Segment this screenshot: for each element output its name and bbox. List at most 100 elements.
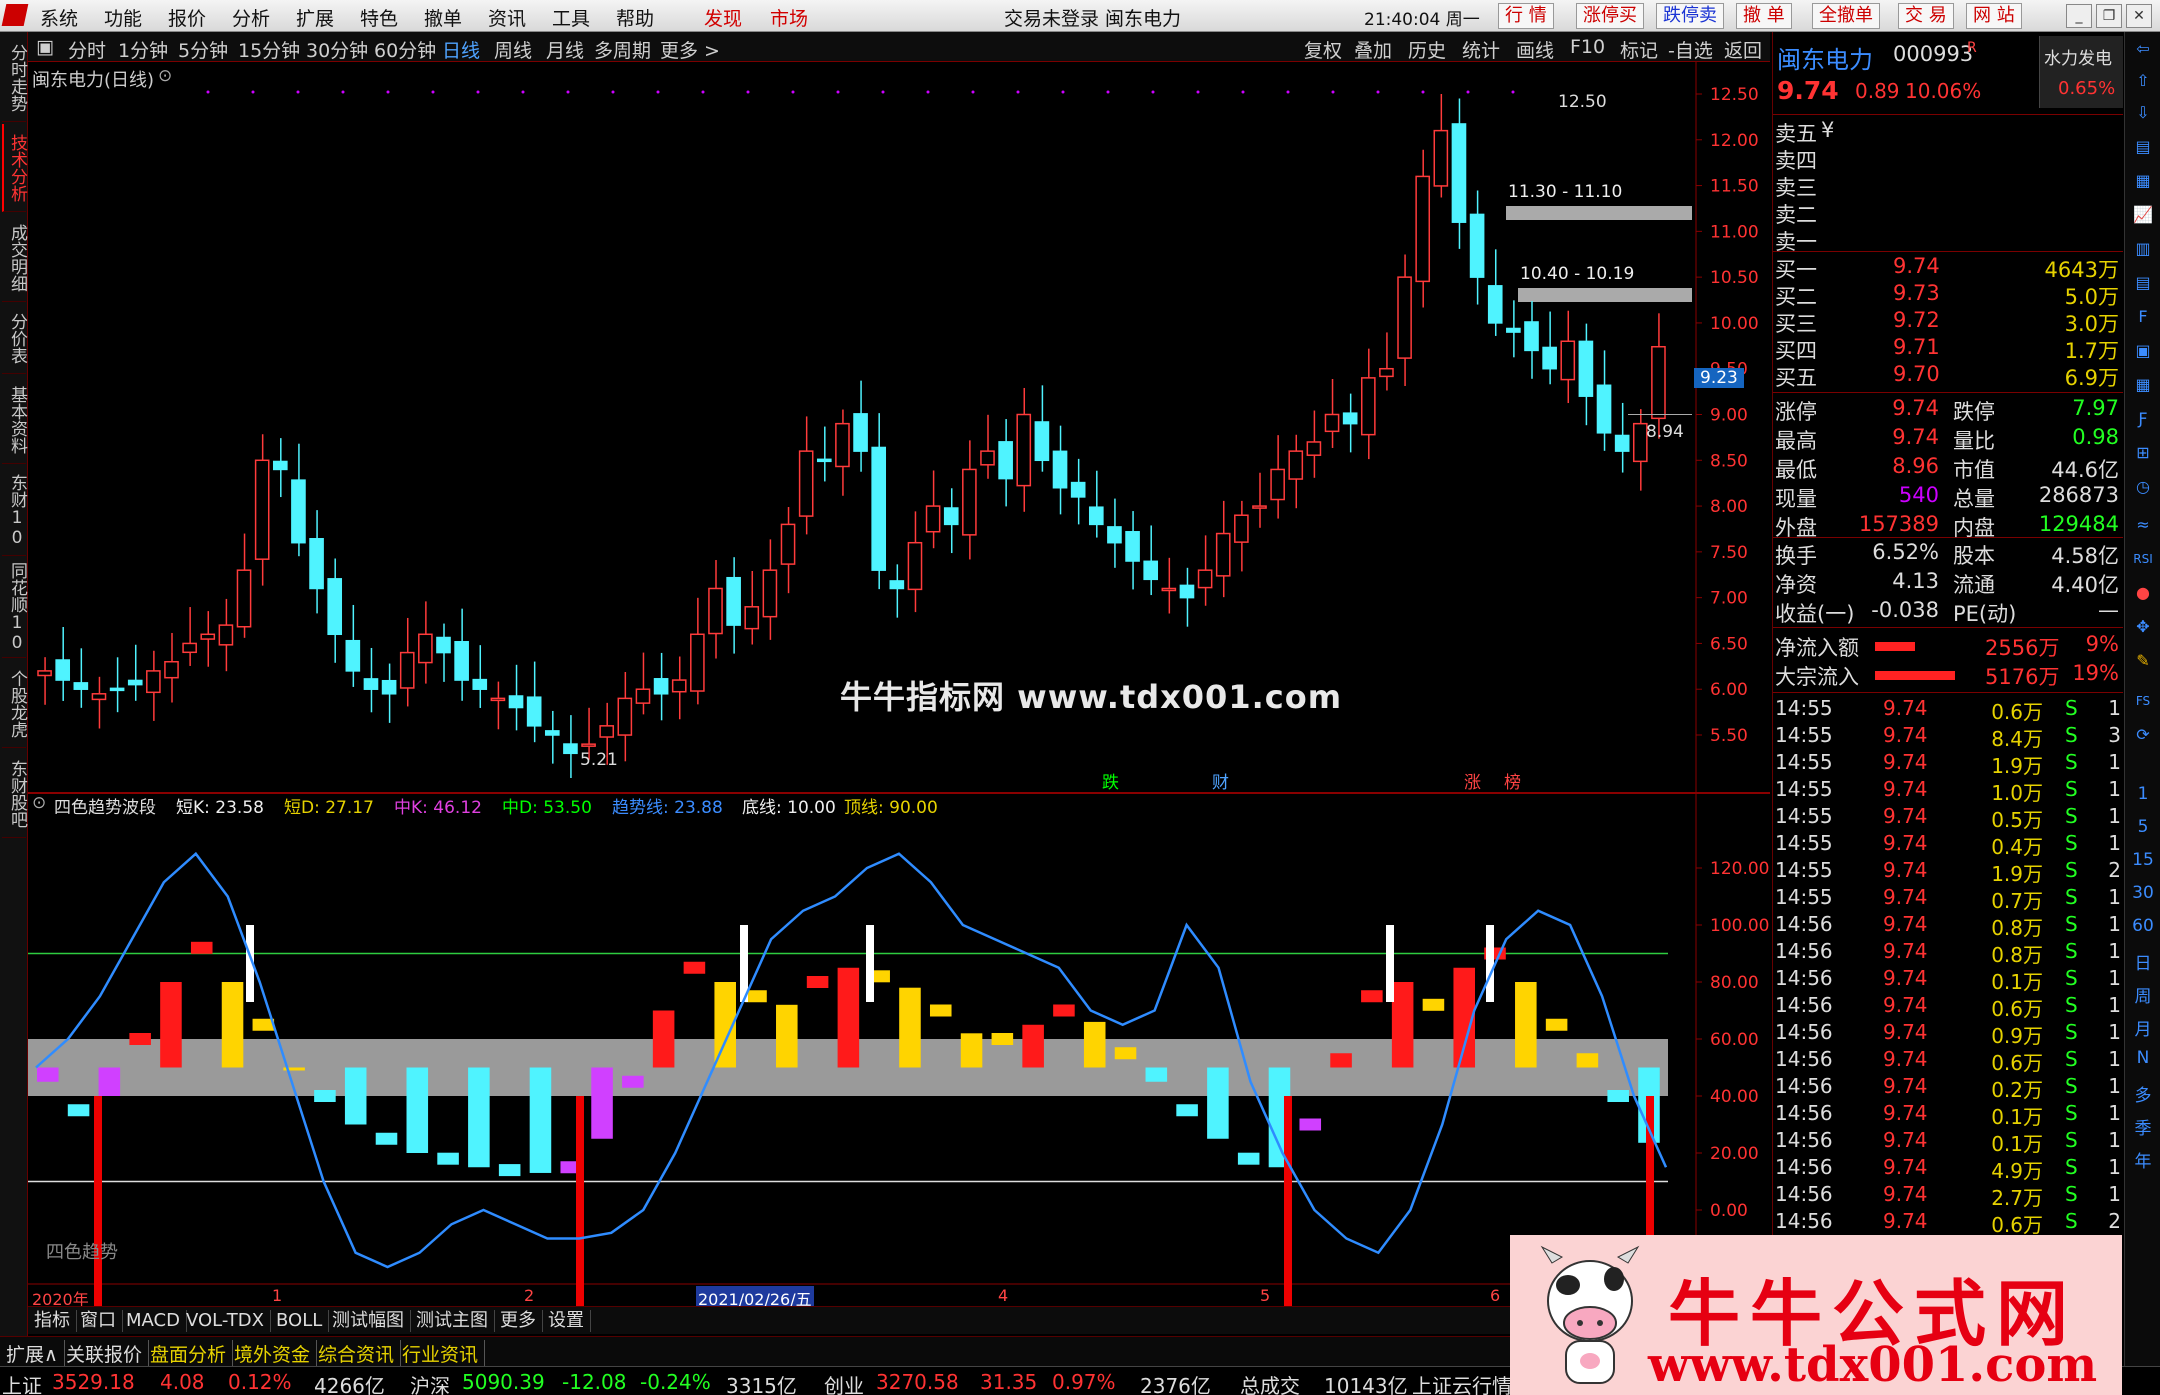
period-strip-item[interactable]: 周 [2130, 982, 2156, 1008]
refresh-icon[interactable]: ⟳ [2130, 722, 2156, 748]
close-icon[interactable]: ✕ [2126, 4, 2152, 28]
period-strip-item[interactable]: 日 [2130, 949, 2156, 975]
period-monthly[interactable]: 月线 [546, 36, 584, 63]
tab-price-dist[interactable]: 分价表 [2, 304, 27, 374]
hs-label[interactable]: 沪深 [410, 1370, 450, 1395]
cloud-label[interactable]: 上证云行情 [1412, 1370, 1512, 1395]
pen-icon[interactable]: ✎ [2130, 648, 2156, 674]
tab-dragon-tiger[interactable]: 个股龙虎 [2, 660, 27, 748]
calendar-icon[interactable]: ▦ [2130, 372, 2156, 398]
menu-info[interactable]: 资讯 [488, 4, 526, 31]
rsi-icon[interactable]: RSI [2130, 546, 2156, 572]
btn-website[interactable]: 网 站 [1966, 3, 2022, 29]
tool-mark[interactable]: 标记 [1620, 36, 1658, 63]
grid-icon[interactable]: ▦ [2130, 168, 2156, 194]
menu-extend[interactable]: 扩展 [296, 4, 334, 31]
ext-expand[interactable]: 扩展∧ [0, 1340, 65, 1367]
btn-limit-up-buy[interactable]: 涨停买 [1576, 3, 1644, 29]
period-strip-item[interactable]: 1 [2130, 784, 2156, 810]
menu-quote[interactable]: 报价 [168, 4, 206, 31]
tab-technical[interactable]: 技术分析 [2, 124, 27, 212]
tool-draw[interactable]: 画线 [1516, 36, 1554, 63]
btab-settings[interactable]: 设置 [542, 1310, 591, 1332]
cy-label[interactable]: 创业 [824, 1370, 864, 1395]
tab-dongcai10[interactable]: 东财10 [2, 466, 27, 556]
period-strip-item[interactable]: 月 [2130, 1015, 2156, 1041]
restore-icon[interactable]: ❐ [2096, 4, 2122, 28]
period-strip-item[interactable]: 5 [2130, 817, 2156, 843]
ext-board[interactable]: 盘面分析 [144, 1340, 234, 1367]
period-strip-item[interactable]: 30 [2130, 883, 2156, 909]
book-icon[interactable]: ▤ [2130, 134, 2156, 160]
ask-row[interactable]: 卖四 [1773, 145, 2123, 173]
ask-row[interactable]: 卖二 [1773, 199, 2123, 227]
period-strip-item[interactable]: 60 [2130, 916, 2156, 942]
fiz-icon[interactable]: Ƒ [2130, 406, 2156, 432]
period-strip-item[interactable]: 15 [2130, 850, 2156, 876]
sub-toggle-icon[interactable]: ⊙ [32, 793, 46, 813]
bid-row[interactable]: 买四 9.71 1.7万 [1773, 335, 2123, 363]
ext-foreign[interactable]: 境外资金 [228, 1340, 318, 1367]
tab-trades[interactable]: 成交明细 [2, 214, 27, 302]
fs-icon[interactable]: FS [2130, 688, 2156, 714]
period-multi[interactable]: 多周期 [594, 36, 651, 63]
ask-row[interactable]: 卖一 [1773, 226, 2123, 254]
chart-settings-icon[interactable]: ⊙ [158, 66, 172, 86]
list-icon[interactable]: ▤ [2130, 270, 2156, 296]
btn-cancel-order[interactable]: 撤 单 [1736, 3, 1792, 29]
tab-fundamentals[interactable]: 基本资料 [2, 376, 27, 464]
bid-row[interactable]: 买三 9.72 3.0万 [1773, 308, 2123, 336]
btn-limit-down-sell[interactable]: 跌停卖 [1656, 3, 1724, 29]
menu-function[interactable]: 功能 [104, 4, 142, 31]
tab-forum[interactable]: 东财股吧 [2, 750, 27, 838]
btn-trade[interactable]: 交 易 [1898, 3, 1954, 29]
btab-more[interactable]: 更多 [494, 1310, 543, 1332]
period-more[interactable]: 更多 > [660, 36, 720, 63]
tab-ths10[interactable]: 同花顺10 [2, 558, 27, 658]
period-weekly[interactable]: 周线 [494, 36, 532, 63]
btab-test-sub[interactable]: 测试幅图 [326, 1310, 411, 1332]
ext-news[interactable]: 综合资讯 [312, 1340, 402, 1367]
period-1min[interactable]: 1分钟 [118, 36, 168, 63]
clock-icon[interactable]: ◷ [2130, 474, 2156, 500]
menu-system[interactable]: 系统 [40, 4, 78, 31]
period-15min[interactable]: 15分钟 [238, 36, 300, 63]
tool-history[interactable]: 历史 [1408, 36, 1446, 63]
btab-window[interactable]: 窗口 [74, 1310, 123, 1332]
arrow-down-icon[interactable]: ⇩ [2130, 100, 2156, 126]
tool-overlay[interactable]: 叠加 [1354, 36, 1392, 63]
tool-back[interactable]: 返回 [1724, 36, 1762, 63]
ask-row[interactable]: 卖五 ¥ [1773, 118, 2123, 146]
tool-adjust[interactable]: 复权 [1304, 36, 1342, 63]
ext-related[interactable]: 关联报价 [60, 1340, 150, 1367]
ext-industry[interactable]: 行业资讯 [396, 1340, 486, 1367]
period-strip-item[interactable]: N [2130, 1048, 2156, 1074]
kline-icon[interactable]: ▥ [2130, 236, 2156, 262]
tool-f10[interactable]: F10 [1570, 36, 1605, 58]
period-5min[interactable]: 5分钟 [178, 36, 228, 63]
tool-stats[interactable]: 统计 [1462, 36, 1500, 63]
period-strip-item[interactable]: 年 [2130, 1147, 2156, 1173]
menu-feature[interactable]: 特色 [360, 4, 398, 31]
period-strip-item[interactable]: 季 [2130, 1114, 2156, 1140]
menu-tools[interactable]: 工具 [552, 4, 590, 31]
alert-icon[interactable]: ● [2130, 580, 2156, 606]
menu-cancel[interactable]: 撤单 [424, 4, 462, 31]
tab-intraday[interactable]: 分时走势 [2, 34, 27, 122]
btab-indicator[interactable]: 指标 [28, 1310, 77, 1332]
menu-discover[interactable]: 发现 [704, 4, 742, 31]
menu-market[interactable]: 市场 [770, 4, 808, 31]
menu-analysis[interactable]: 分析 [232, 4, 270, 31]
period-30min[interactable]: 30分钟 [306, 36, 368, 63]
period-strip-item[interactable]: 多 [2130, 1081, 2156, 1107]
bid-row[interactable]: 买二 9.73 5.0万 [1773, 281, 2123, 309]
arrow-up-icon[interactable]: ⇧ [2130, 68, 2156, 94]
f10-icon[interactable]: F [2130, 304, 2156, 330]
btab-test-main[interactable]: 测试主图 [410, 1310, 495, 1332]
btab-boll[interactable]: BOLL [270, 1310, 330, 1332]
period-60min[interactable]: 60分钟 [374, 36, 436, 63]
btab-macd[interactable]: MACD [120, 1310, 187, 1332]
minimize-icon[interactable]: _ [2066, 4, 2092, 28]
bid-row[interactable]: 买五 9.70 6.9万 [1773, 362, 2123, 390]
menu-help[interactable]: 帮助 [616, 4, 654, 31]
